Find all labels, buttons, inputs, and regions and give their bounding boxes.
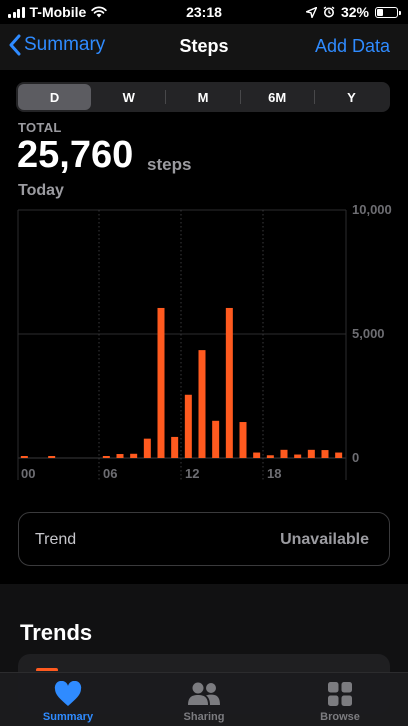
add-data-button[interactable]: Add Data: [315, 36, 390, 57]
grid-icon: [328, 682, 352, 706]
battery-icon: [375, 6, 401, 18]
segment-month[interactable]: M: [166, 84, 239, 110]
bar-hour-22: [321, 450, 329, 458]
status-bar: T-Mobile 23:18 32%: [0, 0, 408, 24]
bar-hour-19: [280, 449, 288, 458]
back-button[interactable]: Summary: [8, 34, 105, 56]
tab-summary-label: Summary: [42, 711, 94, 723]
back-label: Summary: [24, 34, 106, 55]
battery-percent: 32%: [340, 4, 369, 20]
bar-hour-14: [212, 420, 220, 458]
trend-value: Unavailable: [280, 531, 369, 548]
tab-sharing[interactable]: Sharing: [136, 673, 272, 726]
tab-summary[interactable]: Summary: [0, 673, 136, 726]
bar-hour-16: [239, 422, 247, 458]
y-tick-label: 0: [352, 450, 359, 465]
x-tick-label: 00: [21, 466, 35, 481]
bar-hour-9: [143, 438, 151, 458]
segment-day[interactable]: D: [18, 84, 92, 110]
tab-sharing-label: Sharing: [183, 711, 225, 723]
bar-hour-8: [130, 453, 138, 458]
bar-hour-13: [198, 350, 206, 458]
bar-hour-15: [225, 307, 233, 458]
bar-hour-17: [253, 452, 261, 458]
x-tick-label: 06: [103, 466, 117, 481]
bar-hour-23: [335, 452, 343, 458]
navigation-bar: Summary Steps Add Data: [0, 24, 408, 70]
tab-browse[interactable]: Browse: [272, 673, 408, 726]
bar-hour-6: [102, 456, 110, 458]
segment-six-months[interactable]: 6M: [241, 84, 314, 110]
bar-hour-7: [116, 454, 124, 458]
bar-hour-20: [294, 454, 302, 458]
x-tick-label: 12: [185, 466, 199, 481]
bar-hour-11: [171, 436, 179, 458]
trend-row[interactable]: Trend Unavailable: [18, 512, 390, 566]
bar-hour-21: [307, 449, 315, 458]
y-tick-label: 10,000: [352, 202, 392, 217]
y-tick-label: 5,000: [352, 326, 385, 341]
status-right: 32%: [305, 4, 401, 20]
segment-year[interactable]: Y: [315, 84, 388, 110]
bar-hour-12: [184, 394, 192, 458]
total-label: TOTAL: [18, 120, 62, 135]
trends-heading: Trends: [20, 620, 93, 645]
chevron-left-icon: [9, 34, 21, 56]
total-steps-value: 25,760: [17, 134, 134, 176]
x-tick-label: 18: [267, 466, 281, 481]
tab-bar: Summary Sharing Browse: [0, 672, 408, 726]
people-icon: [188, 682, 220, 705]
steps-bar-chart[interactable]: 10,0005,000000 06 12 18: [0, 198, 408, 488]
time-range-segmented-control: D W M 6M Y: [16, 82, 390, 112]
total-steps-unit: steps: [147, 155, 192, 174]
bar-hour-18: [266, 455, 274, 458]
tab-browse-label: Browse: [320, 711, 360, 723]
bar-hour-2: [48, 456, 56, 458]
bar-hour-10: [157, 307, 165, 458]
trend-label: Trend: [35, 531, 77, 548]
bar-hour-0: [20, 456, 28, 458]
heart-icon: [54, 681, 82, 706]
location-arrow-icon: [305, 6, 317, 18]
alarm-clock-icon: [323, 6, 335, 18]
segment-week[interactable]: W: [92, 84, 165, 110]
